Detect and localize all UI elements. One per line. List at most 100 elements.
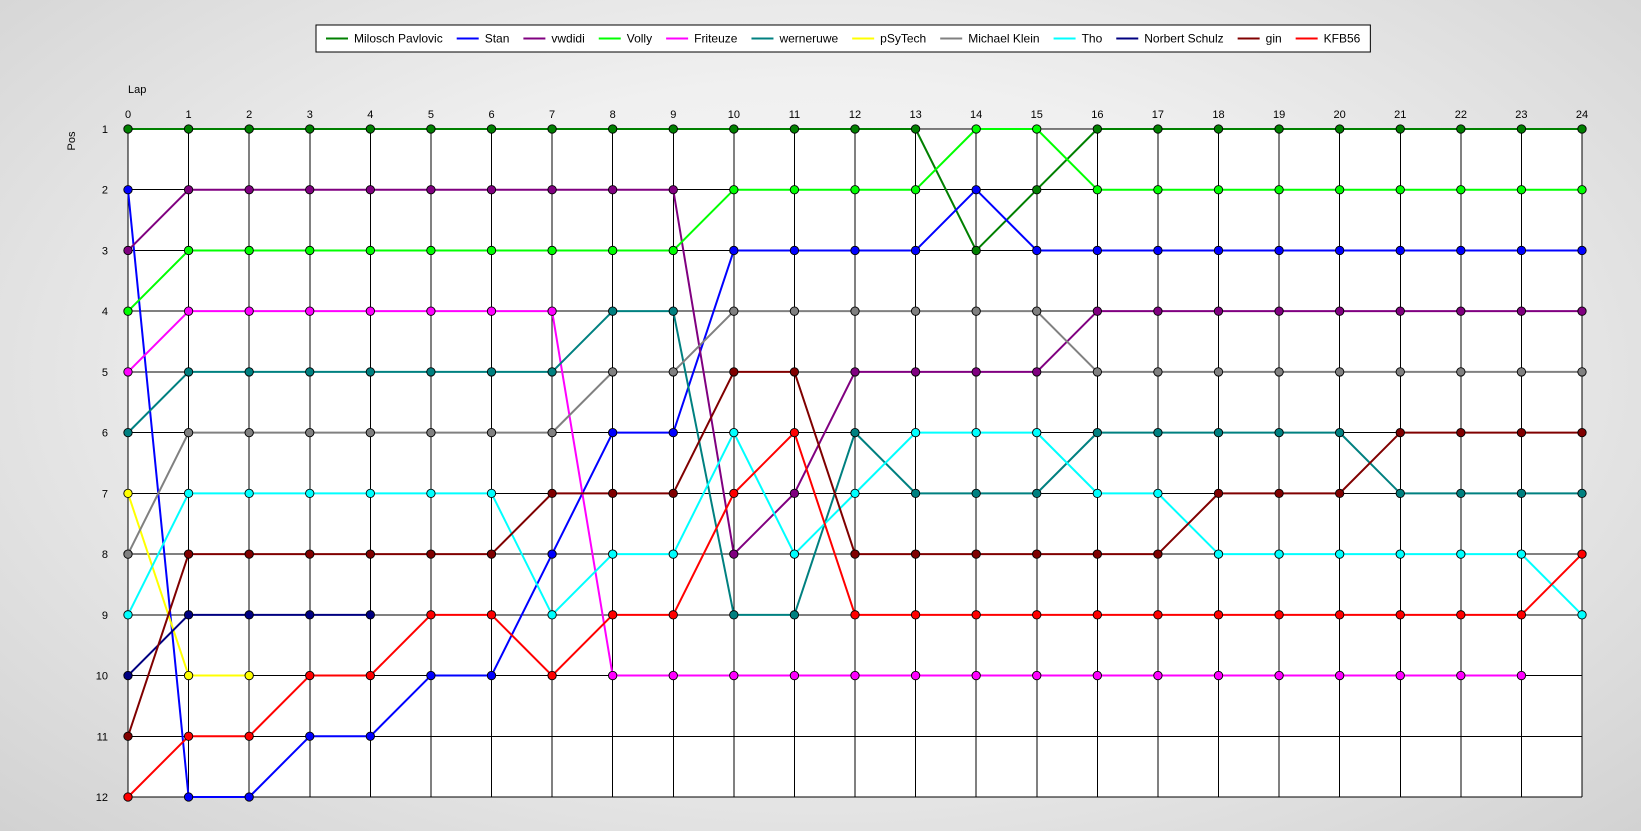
data-point — [971, 427, 981, 438]
x-tick-label: 21 — [1394, 109, 1406, 121]
x-tick-label: 2 — [246, 109, 252, 121]
data-point — [1395, 610, 1405, 620]
data-point — [1213, 124, 1224, 134]
data-point — [547, 488, 557, 499]
data-point — [1395, 427, 1405, 438]
y-tick-label: 1 — [102, 124, 108, 136]
x-tick-label: 1 — [186, 109, 192, 121]
data-point — [729, 670, 739, 681]
data-point — [1032, 367, 1042, 377]
data-point — [729, 306, 739, 316]
data-point — [1577, 185, 1587, 195]
data-point — [183, 124, 194, 134]
data-point — [183, 427, 194, 438]
data-point — [1092, 245, 1102, 256]
data-point — [1516, 488, 1527, 499]
data-point — [910, 670, 921, 681]
data-point — [305, 124, 315, 134]
data-point — [486, 367, 497, 377]
data-point — [486, 488, 497, 499]
data-point — [486, 306, 497, 316]
data-point — [123, 731, 133, 741]
data-point — [244, 124, 254, 134]
data-point — [1335, 185, 1345, 195]
data-point — [426, 610, 436, 620]
data-point — [1032, 549, 1042, 559]
x-tick-label: 0 — [125, 109, 131, 121]
data-point — [305, 427, 315, 438]
data-point — [910, 245, 921, 256]
data-point — [1213, 245, 1224, 256]
x-tick-label: 20 — [1334, 109, 1346, 121]
data-point — [1395, 245, 1405, 256]
x-tick-label: 24 — [1576, 109, 1588, 121]
data-point — [244, 549, 254, 559]
data-point — [1395, 124, 1405, 134]
data-point — [910, 427, 921, 438]
data-point — [1032, 488, 1042, 499]
data-point — [426, 245, 436, 256]
data-point — [668, 124, 678, 134]
data-point — [850, 549, 860, 559]
data-point — [971, 549, 981, 559]
data-point — [850, 306, 860, 316]
data-point — [668, 670, 678, 681]
data-point — [244, 610, 254, 620]
data-point — [1213, 367, 1224, 377]
data-point — [183, 245, 194, 256]
data-point — [1092, 610, 1102, 620]
data-point — [1395, 670, 1405, 681]
data-point — [850, 124, 860, 134]
data-point — [668, 610, 678, 620]
data-point — [183, 792, 194, 802]
data-point — [910, 367, 921, 377]
data-point — [789, 124, 800, 134]
legend-label: Norbert Schulz — [1144, 32, 1223, 46]
data-point — [789, 367, 800, 377]
data-point — [910, 610, 921, 620]
data-point — [123, 367, 133, 377]
data-point — [789, 245, 800, 256]
data-point — [1153, 124, 1163, 134]
data-point — [729, 367, 739, 377]
data-point — [1516, 427, 1527, 438]
y-tick-label: 9 — [102, 610, 108, 622]
data-point — [1577, 124, 1587, 134]
data-point — [305, 549, 315, 559]
data-point — [1516, 610, 1527, 620]
legend-label: vwdidi — [551, 32, 584, 46]
data-point — [547, 549, 557, 559]
data-point — [365, 306, 375, 316]
data-point — [244, 427, 254, 438]
x-tick-label: 14 — [970, 109, 982, 121]
data-point — [1213, 670, 1224, 681]
data-point — [1456, 245, 1466, 256]
data-point — [365, 488, 375, 499]
data-point — [1213, 306, 1224, 316]
y-tick-labels: 123456789101112 — [96, 124, 108, 804]
data-point — [365, 549, 375, 559]
data-point — [305, 610, 315, 620]
data-point — [1516, 367, 1527, 377]
data-point — [305, 731, 315, 741]
x-tick-label: 9 — [670, 109, 676, 121]
data-point — [729, 427, 739, 438]
data-point — [668, 306, 678, 316]
data-point — [1456, 549, 1466, 559]
data-point — [1456, 367, 1466, 377]
data-point — [1456, 488, 1466, 499]
data-point — [668, 245, 678, 256]
legend-label: pSyTech — [880, 32, 926, 46]
data-point — [668, 488, 678, 499]
data-point — [183, 488, 194, 499]
data-point — [1274, 245, 1284, 256]
data-point — [1153, 245, 1163, 256]
x-tick-label: 6 — [488, 109, 494, 121]
data-point — [244, 488, 254, 499]
data-point — [971, 124, 981, 134]
data-point — [365, 427, 375, 438]
y-tick-label: 7 — [102, 488, 108, 500]
data-point — [365, 731, 375, 741]
data-point — [1092, 427, 1102, 438]
data-point — [608, 549, 618, 559]
